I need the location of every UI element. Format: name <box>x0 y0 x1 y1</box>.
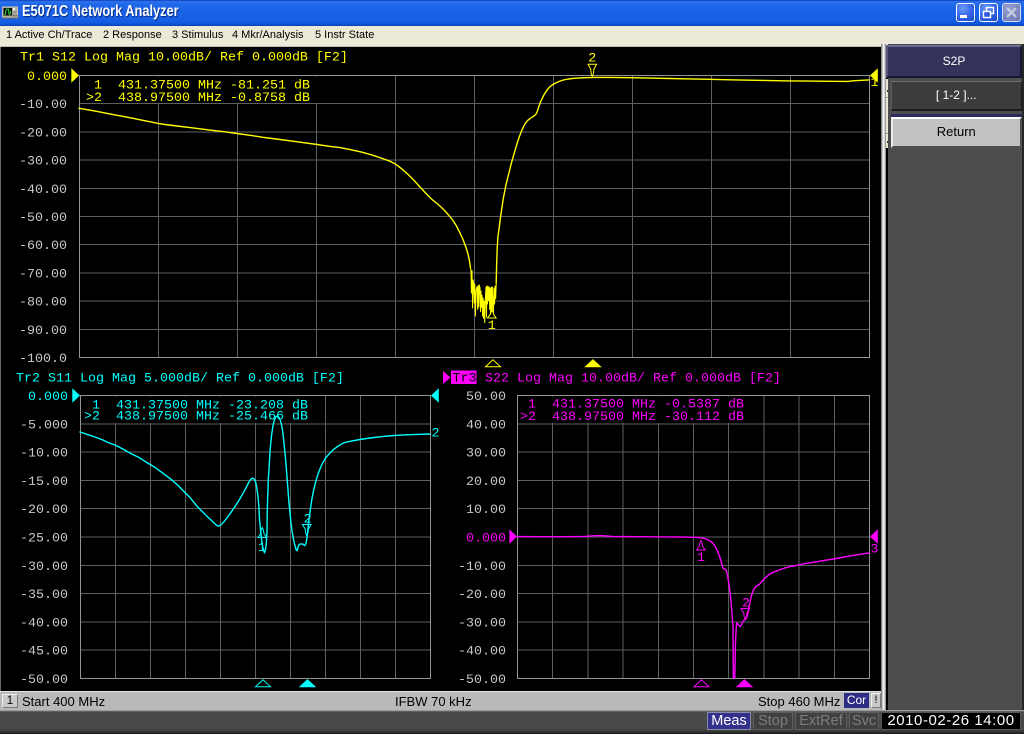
svg-text:-70.00: -70.00 <box>19 267 67 282</box>
svg-text:10.00: 10.00 <box>466 503 506 518</box>
svg-text:-15.00: -15.00 <box>20 475 68 490</box>
svg-text:-20.00: -20.00 <box>458 588 506 603</box>
svg-text:-30.00: -30.00 <box>19 155 67 170</box>
svg-text:1: 1 <box>488 319 496 334</box>
svg-text:-80.00: -80.00 <box>19 296 67 311</box>
svg-text:-10.00: -10.00 <box>20 447 68 462</box>
svg-text:Tr2 S11 Log Mag 5.000dB/ Ref 0: Tr2 S11 Log Mag 5.000dB/ Ref 0.000dB [F2… <box>16 372 344 387</box>
svg-text:30.00: 30.00 <box>466 447 506 462</box>
svg-text:>2 438.97500 MHz -30.112 dB: >2 438.97500 MHz -30.112 dB <box>520 410 744 425</box>
svg-text:-35.00: -35.00 <box>20 588 68 603</box>
svg-text:Tr1 S12 Log Mag 10.00dB/ Ref 0: Tr1 S12 Log Mag 10.00dB/ Ref 0.000dB [F2… <box>20 50 348 65</box>
svg-text:>2 438.97500 MHz -0.8758 dB: >2 438.97500 MHz -0.8758 dB <box>86 91 310 106</box>
svg-text:-25.00: -25.00 <box>20 532 68 547</box>
svg-text:-20.00: -20.00 <box>20 503 68 518</box>
svg-text:0.000: 0.000 <box>28 390 68 405</box>
svg-text:3: 3 <box>871 543 879 558</box>
svg-text:-50.00: -50.00 <box>20 673 68 688</box>
svg-text:2: 2 <box>432 427 440 442</box>
svg-text:-30.00: -30.00 <box>458 616 506 631</box>
svg-text:-10.00: -10.00 <box>458 560 506 575</box>
svg-text:-100.0: -100.0 <box>19 352 67 367</box>
svg-text:-40.00: -40.00 <box>20 616 68 631</box>
svg-text:0.000: 0.000 <box>27 70 67 85</box>
svg-text:0.000: 0.000 <box>466 532 506 547</box>
svg-text:-40.00: -40.00 <box>458 645 506 660</box>
svg-text:1: 1 <box>258 541 266 556</box>
svg-text:-90.00: -90.00 <box>19 324 67 339</box>
svg-text:1: 1 <box>871 76 879 91</box>
svg-text:-60.00: -60.00 <box>19 239 67 254</box>
svg-text:1: 1 <box>697 551 705 566</box>
svg-text:-10.00: -10.00 <box>19 98 67 113</box>
svg-text:-5.000: -5.000 <box>20 418 68 433</box>
svg-text:-30.00: -30.00 <box>20 560 68 575</box>
svg-text:-50.00: -50.00 <box>19 211 67 226</box>
svg-text:-40.00: -40.00 <box>19 183 67 198</box>
svg-text:Tr3: Tr3 <box>453 372 477 387</box>
svg-text:50.00: 50.00 <box>466 390 506 405</box>
svg-text:S22 Log Mag 10.00dB/ Ref 0.000: S22 Log Mag 10.00dB/ Ref 0.000dB [F2] <box>477 372 781 387</box>
svg-text:-50.00: -50.00 <box>458 673 506 688</box>
svg-text:40.00: 40.00 <box>466 418 506 433</box>
svg-text:20.00: 20.00 <box>466 475 506 490</box>
svg-text:-45.00: -45.00 <box>20 645 68 660</box>
svg-text:-20.00: -20.00 <box>19 126 67 141</box>
